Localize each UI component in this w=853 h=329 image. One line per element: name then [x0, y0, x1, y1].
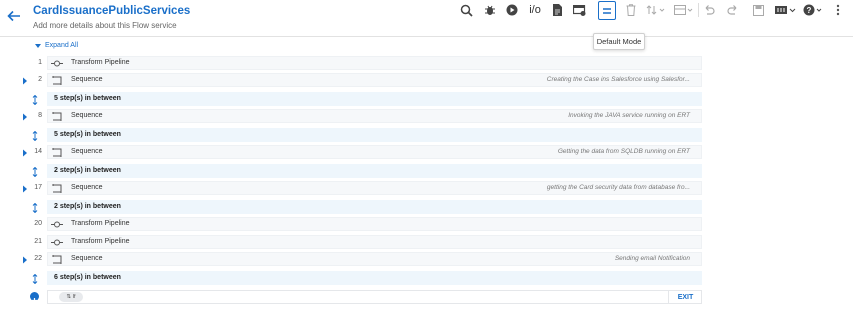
io-button[interactable]: i/o — [525, 0, 545, 20]
step-comment: Sending email Notification — [614, 255, 690, 262]
step-row[interactable]: 2 Sequence Creating the Case ins Salesforc… — [0, 73, 853, 89]
step-comment: Creating the Case ins Salesforce using S… — [546, 76, 690, 83]
between-label: 2 step(s) in between — [54, 167, 121, 174]
between-box — [47, 164, 702, 178]
default-mode-tooltip: Default Mode — [593, 33, 645, 50]
step-number: 22 — [34, 255, 42, 262]
step-box — [47, 217, 702, 231]
expand-all-button[interactable]: Expand All — [35, 42, 78, 49]
flow-header: CardIssuancePublicServices Add more deta… — [0, 0, 853, 37]
add-step-icon[interactable] — [30, 292, 39, 303]
step-number: 21 — [34, 238, 42, 245]
step-number: 17 — [34, 184, 42, 191]
transform-pipeline-icon — [51, 239, 63, 246]
step-box — [47, 235, 702, 249]
step-type-label: Sequence — [71, 76, 103, 83]
step-number: 14 — [34, 148, 42, 155]
step-type-pill[interactable]: ⇅ If — [59, 292, 83, 302]
step-row[interactable]: 20 Transform Pipeline — [0, 217, 853, 233]
sequence-icon — [52, 148, 62, 157]
step-type-label: Sequence — [71, 255, 103, 262]
step-comment: Getting the data from SQLDB running on E… — [557, 148, 690, 155]
version-icon[interactable] — [774, 0, 798, 20]
between-box — [47, 200, 702, 214]
step-row[interactable]: 14 Sequence Getting the data from SQLDB ru… — [0, 145, 853, 161]
step-row[interactable]: 1 Transform Pipeline — [0, 56, 853, 72]
between-box — [47, 128, 702, 142]
expand-vertical-icon[interactable] — [32, 203, 38, 213]
steps-in-between[interactable]: 6 step(s) in between — [0, 271, 853, 287]
between-label: 6 step(s) in between — [54, 274, 121, 281]
steps-in-between[interactable]: 5 step(s) in between — [0, 92, 853, 108]
step-number: 2 — [38, 76, 42, 83]
page-title: CardIssuancePublicServices — [33, 5, 191, 17]
redo-icon[interactable] — [726, 0, 740, 20]
steps-in-between[interactable]: 5 step(s) in between — [0, 128, 853, 144]
flow-footer — [47, 290, 702, 304]
step-number: 8 — [38, 112, 42, 119]
run-icon[interactable] — [504, 0, 520, 20]
steps-in-between[interactable]: 2 step(s) in between — [0, 164, 853, 180]
step-type-label: Sequence — [71, 112, 103, 119]
between-box — [47, 92, 702, 106]
layout-icon[interactable] — [673, 0, 695, 20]
step-type-label: Sequence — [71, 184, 103, 191]
svg-text:?: ? — [807, 6, 812, 15]
step-type-label: Transform Pipeline — [71, 59, 130, 66]
step-box — [47, 56, 702, 70]
expand-all-label: Expand All — [45, 42, 79, 49]
step-row[interactable]: 21 Transform Pipeline — [0, 235, 853, 251]
sequence-icon — [52, 184, 62, 193]
save-icon[interactable] — [751, 0, 765, 20]
step-comment: Invoking the JAVA service running on ERT — [568, 112, 690, 119]
sort-icon[interactable] — [645, 0, 667, 20]
document-icon[interactable] — [550, 0, 564, 20]
help-icon[interactable]: ? — [802, 0, 824, 20]
expand-vertical-icon[interactable] — [32, 95, 38, 105]
sequence-icon — [52, 255, 62, 264]
between-label: 2 step(s) in between — [54, 203, 121, 210]
more-icon[interactable] — [833, 0, 843, 20]
between-label: 5 step(s) in between — [54, 131, 121, 138]
step-row[interactable]: 17 Sequence getting the Card security data… — [0, 181, 853, 197]
step-comment: getting the Card security data from data… — [546, 184, 690, 191]
back-arrow-icon[interactable] — [6, 8, 22, 24]
transform-pipeline-icon — [51, 221, 63, 228]
step-number: 20 — [34, 220, 42, 227]
expand-vertical-icon[interactable] — [32, 274, 38, 284]
step-type-label: Sequence — [71, 148, 103, 155]
between-label: 5 step(s) in between — [54, 95, 121, 102]
step-type-label: Transform Pipeline — [71, 238, 130, 245]
undo-icon[interactable] — [702, 0, 716, 20]
between-box — [47, 271, 702, 285]
page-subtitle[interactable]: Add more details about this Flow service — [33, 21, 177, 30]
step-box — [47, 252, 702, 266]
default-mode-icon[interactable] — [598, 1, 616, 20]
step-number: 1 — [38, 59, 42, 66]
delete-icon[interactable] — [624, 0, 638, 20]
caret-down-icon — [35, 43, 41, 48]
transform-pipeline-icon — [51, 60, 63, 67]
sequence-icon — [52, 76, 62, 85]
sequence-icon — [52, 112, 62, 121]
expand-vertical-icon[interactable] — [32, 131, 38, 141]
toolbar-divider — [698, 3, 699, 17]
step-type-label: Transform Pipeline — [71, 220, 130, 227]
expand-vertical-icon[interactable] — [32, 167, 38, 177]
exit-button[interactable]: EXIT — [668, 290, 702, 304]
debug-icon[interactable] — [482, 0, 498, 20]
step-row[interactable]: 22 Sequence Sending email Notification — [0, 252, 853, 268]
steps-in-between[interactable]: 2 step(s) in between — [0, 200, 853, 216]
search-icon[interactable] — [458, 0, 474, 20]
schedule-icon[interactable] — [571, 0, 587, 20]
step-row[interactable]: 8 Sequence Invoking the JAVA service runni… — [0, 109, 853, 125]
